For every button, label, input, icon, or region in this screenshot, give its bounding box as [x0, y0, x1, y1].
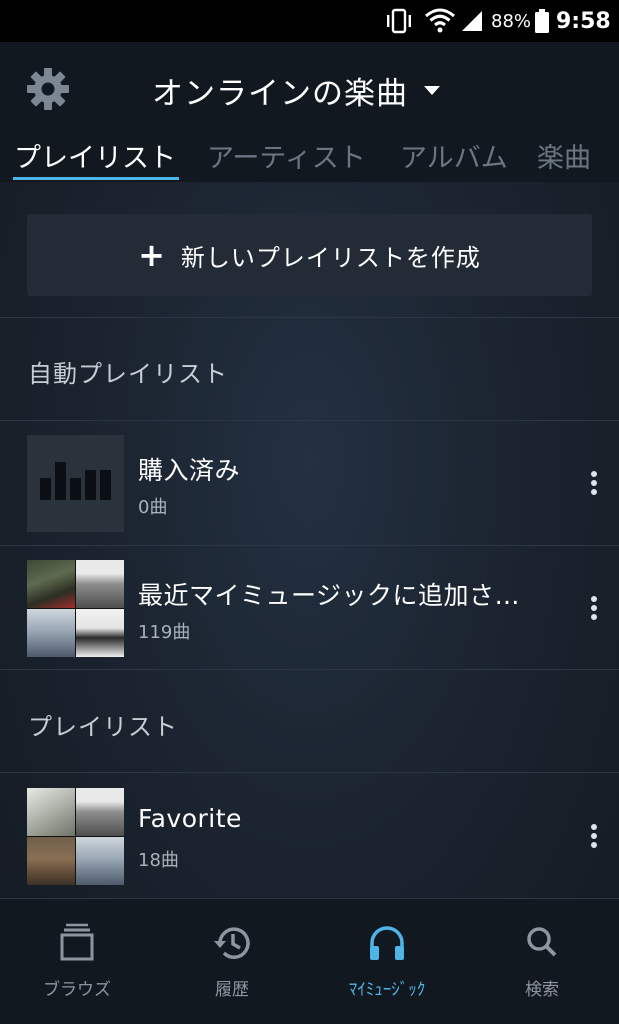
album-mosaic-thumbnail: [27, 788, 124, 885]
album-mosaic-thumbnail: [27, 560, 124, 657]
caret-down-icon: [424, 85, 440, 95]
signal-icon: [460, 0, 484, 42]
album-art: [76, 560, 124, 608]
playlist-row-recently-added[interactable]: 最近マイミュージックに追加さ… 119曲: [0, 546, 619, 670]
vibrate-icon: [384, 0, 414, 42]
playlist-title: 最近マイミュージックに追加さ…: [138, 581, 521, 610]
divider: [0, 669, 619, 670]
nav-my-music[interactable]: ﾏｲﾐｭｰｼﾞｯｸ: [310, 899, 464, 1024]
album-art: [27, 609, 75, 657]
nav-label: 検索: [525, 980, 559, 1000]
create-playlist-label: 新しいプレイリストを作成: [180, 243, 481, 272]
more-options-icon[interactable]: [584, 820, 604, 852]
playlist-title: Favorite: [138, 804, 242, 833]
app-header: オンラインの楽曲 プレイリスト アーティスト アルバム 楽曲: [0, 42, 619, 182]
more-options-icon[interactable]: [584, 592, 604, 624]
nav-label: 履歴: [215, 980, 249, 1000]
divider: [0, 772, 619, 773]
playlist-count: 119曲: [138, 622, 191, 643]
album-art: [27, 837, 75, 885]
playlist-row-purchased[interactable]: 購入済み 0曲: [0, 421, 619, 545]
battery-percent: 88%: [491, 10, 532, 32]
library-dropdown[interactable]: オンラインの楽曲: [152, 68, 440, 112]
album-art: [76, 609, 124, 657]
section-title-playlists: プレイリスト: [28, 713, 178, 741]
more-options-icon[interactable]: [584, 467, 604, 499]
battery-icon: [535, 0, 549, 42]
playlist-count: 0曲: [138, 497, 168, 518]
active-tab-indicator: [13, 177, 179, 180]
divider: [0, 317, 619, 318]
tab-songs[interactable]: 楽曲: [537, 136, 591, 175]
wifi-icon: [424, 0, 456, 42]
nav-label: ブラウズ: [43, 980, 111, 1000]
tab-bar: プレイリスト アーティスト アルバム 楽曲: [0, 132, 619, 182]
playlist-count: 18曲: [138, 850, 179, 871]
gear-icon[interactable]: [26, 67, 70, 111]
nav-label: ﾏｲﾐｭｰｼﾞｯｸ: [348, 980, 426, 1000]
album-art: [76, 837, 124, 885]
status-bar: 88% 9:58: [0, 0, 619, 42]
clock: 9:58: [556, 8, 611, 34]
plus-icon: +: [138, 236, 165, 274]
nav-browse[interactable]: ブラウズ: [0, 899, 154, 1024]
history-icon: [212, 923, 252, 963]
tab-playlists[interactable]: プレイリスト: [14, 136, 176, 175]
search-icon: [522, 923, 562, 963]
headphones-icon: [367, 923, 407, 963]
bottom-navigation: ブラウズ 履歴 ﾏｲﾐｭｰｼﾞｯｸ 検索: [0, 898, 619, 1024]
album-art: [27, 560, 75, 608]
tab-albums[interactable]: アルバム: [400, 136, 508, 175]
album-art: [27, 788, 75, 836]
playlist-row-favorite[interactable]: Favorite 18曲: [0, 774, 619, 898]
tab-artists[interactable]: アーティスト: [207, 136, 366, 175]
playlist-title: 購入済み: [138, 456, 241, 485]
nav-search[interactable]: 検索: [465, 899, 619, 1024]
nav-history[interactable]: 履歴: [155, 899, 309, 1024]
page-title: オンラインの楽曲: [152, 75, 408, 112]
album-art: [76, 788, 124, 836]
equalizer-thumbnail: [27, 435, 124, 532]
browse-icon: [57, 923, 97, 963]
create-playlist-button[interactable]: + 新しいプレイリストを作成: [27, 214, 592, 296]
screen: 88% 9:58 オンラインの楽曲 プレイリスト アーティスト アルバム 楽曲 …: [0, 0, 619, 1024]
section-title-auto: 自動プレイリスト: [28, 360, 228, 388]
